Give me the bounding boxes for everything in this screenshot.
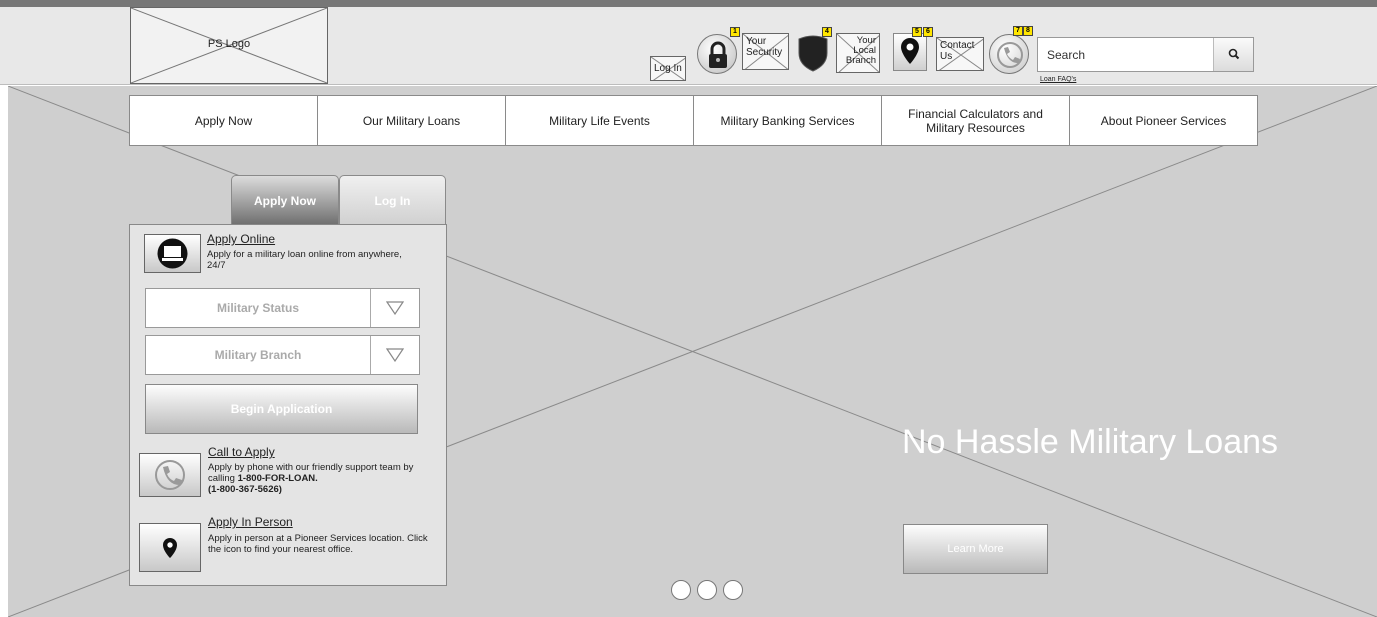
carousel-dots <box>671 580 743 600</box>
tab-apply-now[interactable]: Apply Now <box>231 175 339 225</box>
begin-application-button[interactable]: Begin Application <box>145 384 418 434</box>
map-pin-icon[interactable] <box>139 523 201 572</box>
carousel-dot[interactable] <box>697 580 717 600</box>
login-label: Log In <box>654 63 682 74</box>
badge-7: 7 <box>1013 26 1023 36</box>
badge-1: 1 <box>730 27 740 37</box>
call-phone-word: 1-800-FOR-LOAN. <box>237 473 318 484</box>
search-button[interactable] <box>1213 38 1253 71</box>
local-branch-link[interactable]: Your Local Branch <box>836 33 880 73</box>
laptop-icon[interactable] <box>144 234 201 273</box>
search-input[interactable] <box>1038 38 1213 71</box>
badge-6: 6 <box>923 27 933 37</box>
map-pin-icon[interactable] <box>893 33 927 71</box>
phone-icon[interactable] <box>139 453 201 497</box>
shield-icon[interactable] <box>795 33 831 73</box>
loan-faq-link[interactable]: Loan FAQ's <box>1040 76 1076 83</box>
chevron-down-icon <box>370 336 419 374</box>
chevron-down-icon <box>370 289 419 327</box>
apply-online-link[interactable]: Apply Online <box>207 232 275 246</box>
learn-more-button[interactable]: Learn More <box>903 524 1048 574</box>
nav-military-loans[interactable]: Our Military Loans <box>318 96 506 145</box>
military-status-select[interactable]: Military Status <box>145 288 420 328</box>
carousel-dot[interactable] <box>671 580 691 600</box>
logo-text: PS Logo <box>207 38 251 50</box>
apply-in-person-desc: Apply in person at a Pioneer Services lo… <box>208 533 428 555</box>
apply-panel: Apply Online Apply for a military loan o… <box>129 224 447 586</box>
logo[interactable]: PS Logo <box>130 7 328 84</box>
page: PS Logo Log In 1 Your Security 4 Your Lo… <box>0 0 1377 617</box>
badge-4: 4 <box>822 27 832 37</box>
contact-link[interactable]: Contact Us <box>936 37 984 71</box>
call-to-apply-desc: Apply by phone with our friendly support… <box>208 462 433 495</box>
military-branch-select[interactable]: Military Branch <box>145 335 420 375</box>
search-box <box>1037 37 1254 72</box>
nav-apply-now[interactable]: Apply Now <box>130 96 318 145</box>
nav-about-pioneer[interactable]: About Pioneer Services <box>1070 96 1257 145</box>
security-link[interactable]: Your Security <box>742 33 789 70</box>
lock-icon[interactable] <box>697 34 737 74</box>
nav-financial-calculators[interactable]: Financial Calculators and Military Resou… <box>882 96 1070 145</box>
nav-military-banking[interactable]: Military Banking Services <box>694 96 882 145</box>
apply-online-desc: Apply for a military loan online from an… <box>207 249 402 271</box>
call-phone-number: (1-800-367-5626) <box>208 484 282 495</box>
carousel-dot[interactable] <box>723 580 743 600</box>
badge-8: 8 <box>1023 26 1033 36</box>
login-link[interactable]: Log In <box>650 56 686 81</box>
military-branch-value: Military Branch <box>214 348 302 362</box>
badge-5: 5 <box>912 27 922 37</box>
site-header: PS Logo Log In 1 Your Security 4 Your Lo… <box>0 7 1377 85</box>
military-status-value: Military Status <box>216 301 300 315</box>
top-strip <box>0 0 1377 7</box>
search-icon <box>1228 48 1240 60</box>
tab-log-in[interactable]: Log In <box>339 175 446 225</box>
apply-in-person-link[interactable]: Apply In Person <box>208 515 293 529</box>
hero-title: No Hassle Military Loans <box>902 423 1279 461</box>
phone-icon[interactable] <box>989 34 1029 74</box>
main-nav: Apply Now Our Military Loans Military Li… <box>129 95 1258 146</box>
call-to-apply-link[interactable]: Call to Apply <box>208 445 275 459</box>
nav-military-life-events[interactable]: Military Life Events <box>506 96 694 145</box>
